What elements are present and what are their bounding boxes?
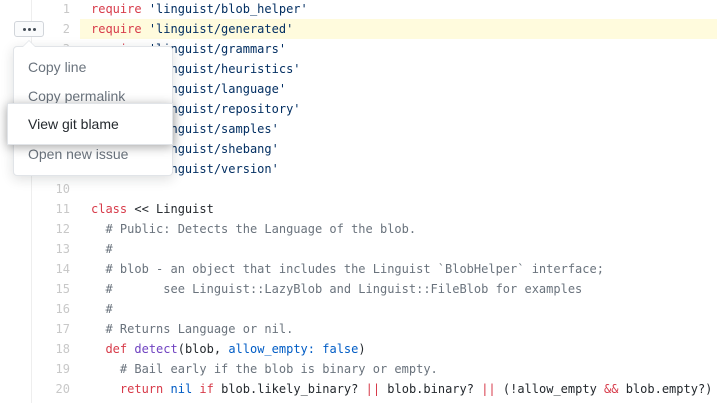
- code-token: nil: [170, 382, 193, 396]
- menu-item-copy-line[interactable]: Copy line: [28, 59, 86, 75]
- line-number[interactable]: 20: [0, 379, 70, 399]
- code-token: blob.empty?): [618, 382, 713, 396]
- code-token: class: [91, 202, 128, 216]
- line-source: #: [91, 299, 113, 319]
- code-line[interactable]: 19 # Bail early if the blob is binary or…: [0, 359, 717, 379]
- line-source: def detect(blob, allow_empty: false): [91, 339, 366, 359]
- code-line[interactable]: 1 require 'linguist/blob_helper': [0, 0, 717, 19]
- line-number[interactable]: 10: [0, 179, 70, 199]
- code-line[interactable]: 20 return nil if blob.likely_binary? || …: [0, 379, 717, 399]
- code-token: # Returns Language or nil.: [91, 322, 294, 336]
- line-source: # Bail early if the blob is binary or em…: [91, 359, 438, 379]
- code-token: # Bail early if the blob is binary or em…: [91, 362, 438, 376]
- line-number[interactable]: 1: [0, 0, 70, 19]
- line-number[interactable]: 17: [0, 319, 70, 339]
- code-token: &&: [604, 382, 619, 396]
- line-number[interactable]: 14: [0, 259, 70, 279]
- code-token: ): [358, 342, 366, 356]
- code-line[interactable]: 18 def detect(blob, allow_empty: false): [0, 339, 717, 359]
- line-source: # Public: Detects the Language of the bl…: [91, 219, 416, 239]
- code-token: false: [322, 342, 359, 356]
- code-token: require: [91, 22, 142, 36]
- line-number[interactable]: 15: [0, 279, 70, 299]
- code-token: (!allow_empty: [495, 382, 605, 396]
- kebab-dot: [27, 27, 31, 31]
- code-token: # Public: Detects the Language of the bl…: [91, 222, 417, 236]
- code-token: ||: [481, 382, 496, 396]
- line-number[interactable]: 16: [0, 299, 70, 319]
- code-line[interactable]: 2 require 'linguist/generated': [63, 19, 717, 39]
- line-source: require 'linguist/generated': [91, 19, 293, 39]
- line-source: require 'linguist/blob_helper': [91, 0, 308, 19]
- code-line[interactable]: 13 #: [0, 239, 717, 259]
- code-token: blob.likely_binary?: [213, 382, 366, 396]
- code-line[interactable]: 16 #: [0, 299, 717, 319]
- code-token: if: [199, 382, 214, 396]
- code-token: 'linguist/generated': [148, 22, 294, 36]
- code-token: << Linguist: [127, 202, 214, 216]
- code-line[interactable]: 15 # see Linguist::LazyBlob and Linguist…: [0, 279, 717, 299]
- kebab-horizontal-icon: [22, 27, 26, 31]
- line-number[interactable]: 12: [0, 219, 70, 239]
- code-token: def: [105, 342, 128, 356]
- line-number[interactable]: 13: [0, 239, 70, 259]
- code-token: blob.binary?: [380, 382, 482, 396]
- code-token: require: [91, 2, 142, 16]
- line-source: return nil if blob.likely_binary? || blo…: [91, 379, 713, 399]
- code-token: #: [91, 242, 113, 256]
- code-line[interactable]: 17 # Returns Language or nil.: [0, 319, 717, 339]
- menu-item-label: View git blame: [28, 116, 119, 132]
- line-source: #: [91, 239, 113, 259]
- code-token: (blob,: [177, 342, 229, 356]
- menu-item-open-new-issue[interactable]: Open new issue: [28, 146, 128, 162]
- line-source: # see Linguist::LazyBlob and Linguist::F…: [91, 279, 582, 299]
- menu-item-view-git-blame[interactable]: View git blame: [7, 103, 173, 145]
- line-source: # blob - an object that includes the Lin…: [91, 259, 604, 279]
- code-line[interactable]: 12 # Public: Detects the Language of the…: [0, 219, 717, 239]
- code-line[interactable]: 10: [0, 179, 717, 199]
- code-token: #: [91, 302, 113, 316]
- code-token: # blob - an object that includes the Lin…: [91, 262, 604, 276]
- line-number[interactable]: 18: [0, 339, 70, 359]
- line-source: # Returns Language or nil.: [91, 319, 293, 339]
- code-token: detect: [134, 342, 178, 356]
- line-source: class << Linguist: [91, 199, 214, 219]
- code-token: # see Linguist::LazyBlob and Linguist::F…: [91, 282, 583, 296]
- line-number[interactable]: 11: [0, 199, 70, 219]
- code-token: return: [119, 382, 164, 396]
- more-actions-button[interactable]: [14, 21, 44, 37]
- code-line[interactable]: 11 class << Linguist: [0, 199, 717, 219]
- code-token: ||: [365, 382, 381, 396]
- menu-item-copy-permalink[interactable]: Copy permalink: [28, 88, 125, 104]
- code-token: 'linguist/blob_helper': [148, 2, 308, 16]
- kebab-dot: [32, 27, 36, 31]
- code-line[interactable]: 14 # blob - an object that includes the …: [0, 259, 717, 279]
- code-token: allow_empty:: [228, 342, 316, 356]
- line-number[interactable]: 19: [0, 359, 70, 379]
